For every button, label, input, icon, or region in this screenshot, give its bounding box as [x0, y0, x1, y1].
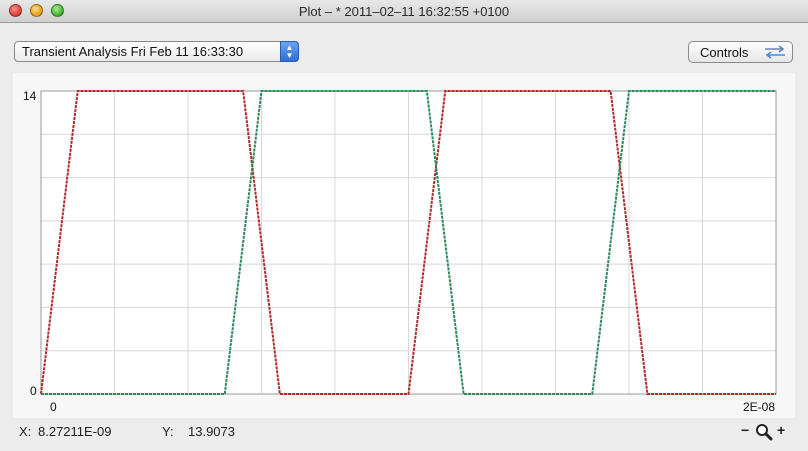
- swap-arrows-icon: [765, 45, 785, 59]
- zoom-controls: − +: [739, 422, 791, 441]
- y-readout-value: 13.9073: [188, 424, 235, 439]
- x-readout-value: 8.27211E-09: [38, 424, 112, 439]
- magnifier-icon[interactable]: [755, 423, 773, 441]
- analysis-select[interactable]: Transient Analysis Fri Feb 11 16:33:30 ▲…: [14, 41, 299, 62]
- analysis-select-value: Transient Analysis Fri Feb 11 16:33:30: [22, 44, 244, 59]
- x-readout-label: X:: [19, 424, 32, 439]
- plot-canvas[interactable]: [13, 73, 795, 418]
- zoom-out-button[interactable]: −: [741, 422, 749, 438]
- y-tick-label: 0: [30, 384, 37, 398]
- y-readout-label: Y:: [162, 424, 174, 439]
- controls-button[interactable]: Controls: [688, 41, 793, 63]
- window-title: Plot – * 2011–02–11 16:32:55 +0100: [298, 4, 510, 19]
- x-tick-label: 0: [50, 400, 57, 414]
- zoom-in-button[interactable]: +: [777, 422, 785, 438]
- y-tick-label: 14: [23, 89, 37, 103]
- status-bar: X: 8.27211E-09 Y: 13.9073: [0, 420, 808, 451]
- x-tick-label: 2E-08: [743, 400, 776, 414]
- title-bar: Plot – * 2011–02–11 16:32:55 +0100: [0, 0, 808, 23]
- plot-panel[interactable]: 14 0 0 2E-08: [13, 73, 795, 418]
- select-stepper-icon[interactable]: ▲ ▼: [280, 41, 299, 62]
- controls-button-label: Controls: [700, 45, 749, 60]
